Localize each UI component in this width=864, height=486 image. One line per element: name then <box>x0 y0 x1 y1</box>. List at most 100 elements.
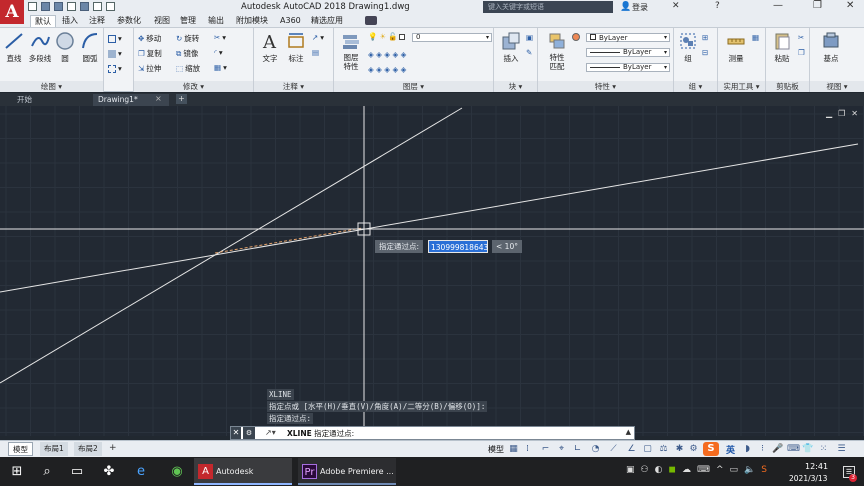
properties-group-label[interactable]: 特性 ▾ <box>538 81 673 92</box>
layer-properties-button[interactable]: 图层 特性 <box>338 31 364 71</box>
new-drawing-tab-button[interactable]: + <box>176 94 187 104</box>
tab-addins[interactable]: 附加模块 <box>232 15 272 27</box>
tray-cloud-icon[interactable]: ☁ <box>682 465 691 475</box>
cut-button[interactable]: ✂ <box>798 33 804 42</box>
viewport-minimize-icon[interactable]: ▁ <box>826 109 832 118</box>
customize-statusbar-icon[interactable]: ☰ <box>836 444 847 455</box>
group-edit-button[interactable]: ⊟ <box>702 48 708 57</box>
command-history-toggle-icon[interactable]: ▲ <box>626 428 631 436</box>
ungroup-button[interactable]: ⊞ <box>702 33 708 42</box>
clock-date[interactable]: 2021/3/13 <box>789 474 827 483</box>
tab-output[interactable]: 输出 <box>204 15 228 27</box>
measure-button[interactable]: 测量 <box>722 31 750 64</box>
color-dropdown[interactable]: ByLayer ▾ <box>586 33 670 42</box>
tray-network-icon[interactable]: ▭ <box>729 465 738 475</box>
workspace-switch-icon[interactable]: ⚙ <box>688 444 699 455</box>
plot-icon[interactable] <box>80 2 89 11</box>
command-line-close-icon[interactable]: ✕ <box>231 427 241 439</box>
tray-screen-icon[interactable]: ▣ <box>626 465 635 475</box>
tray-sogou-icon[interactable]: S <box>761 465 767 475</box>
tab-parametric[interactable]: 参数化 <box>113 15 145 27</box>
tab-a360[interactable]: A360 <box>276 15 305 27</box>
ime-toolbox-icon[interactable]: ⁙ <box>818 444 829 455</box>
tray-chevron-icon[interactable]: ^ <box>716 465 724 475</box>
close-window-button[interactable]: ✕ <box>846 0 854 11</box>
app-store-icon[interactable]: ✕ <box>672 1 680 11</box>
dynamic-input-field[interactable]: 130999818643 <box>428 240 488 253</box>
login-link[interactable]: 登录 <box>632 2 648 13</box>
tab-insert[interactable]: 插入 <box>58 15 82 27</box>
trim-button[interactable]: ✂ ▾ <box>214 33 226 42</box>
model-space-toggle[interactable]: 模型 <box>488 444 504 455</box>
layer-tools-row-1[interactable]: ◈ ◈ ◈ ◈ ◈ <box>368 50 406 59</box>
tab-start[interactable]: 开始 <box>12 94 92 106</box>
paste-button[interactable]: 粘贴 <box>770 31 794 64</box>
layer-state-icons[interactable]: 💡 ☀ 🔓 <box>368 32 406 41</box>
undo-icon[interactable] <box>93 2 102 11</box>
viewport-restore-icon[interactable]: ❐ <box>838 109 845 118</box>
polyline-button[interactable]: 多段线 <box>26 31 54 64</box>
user-icon[interactable]: 👤 <box>620 2 631 12</box>
layers-group-label[interactable]: 图层 ▾ <box>334 81 493 92</box>
ime-keyboard-layout-icon[interactable]: ⌨ <box>787 444 800 455</box>
array-button[interactable]: ▦ ▾ <box>214 63 227 72</box>
dynamic-input-toggle-icon[interactable]: ⌖ <box>556 444 567 455</box>
ortho-toggle-icon[interactable]: ∟ <box>572 444 583 455</box>
insert-block-button[interactable]: 插入 <box>498 31 524 64</box>
add-layout-button[interactable]: + <box>109 443 117 453</box>
ime-punctuation-icon[interactable]: ◗ <box>742 444 753 455</box>
ime-keyboard-icon[interactable]: ⁝ <box>757 444 768 455</box>
mirror-button[interactable]: ⧉ 镜像 <box>176 48 198 59</box>
match-properties-button[interactable]: 特性 匹配 <box>544 31 570 71</box>
rotate-button[interactable]: ↻ 旋转 <box>176 33 199 44</box>
tab-annotate[interactable]: 注释 <box>85 15 109 27</box>
annotation-group-label[interactable]: 注释 ▾ <box>254 81 333 92</box>
pinwheel-app-icon[interactable]: ✤ <box>98 461 120 483</box>
groups-group-label[interactable]: 组 ▾ <box>674 81 717 92</box>
help-icon[interactable]: ? <box>715 1 720 11</box>
table-button[interactable]: ▤ <box>312 48 319 57</box>
rectangle-button[interactable]: ▾ <box>108 34 122 43</box>
browser-360-icon[interactable]: ◉ <box>166 461 188 483</box>
ime-mic-icon[interactable]: 🎤 <box>772 444 783 455</box>
command-line[interactable]: ✕ ⚙ ↗▾ XLINE 指定通过点: ▲ <box>230 426 635 440</box>
layer-tools-row-2[interactable]: ◈ ◈ ◈ ◈ ◈ <box>368 65 406 74</box>
tray-app-icon[interactable]: ◐ <box>655 465 663 475</box>
move-button[interactable]: ✥ 移动 <box>138 33 161 44</box>
drawing-viewport[interactable]: ▁ ❐ ✕ <box>0 106 864 436</box>
clock-time[interactable]: 12:41 <box>805 462 828 471</box>
tab-featured-apps[interactable]: 精选应用 <box>307 15 347 27</box>
layout-tab-model[interactable]: 模型 <box>8 442 33 456</box>
polar-tracking-icon[interactable]: ◔ <box>590 444 601 455</box>
utilities-group-label[interactable]: 实用工具 ▾ <box>718 81 765 92</box>
arc-button[interactable]: 圆弧 <box>78 31 102 64</box>
command-line-text[interactable]: XLINE 指定通过点: <box>287 428 354 439</box>
viewport-close-icon[interactable]: ✕ <box>851 109 858 118</box>
hatch-button[interactable]: ▾ <box>108 49 122 58</box>
stretch-button[interactable]: ⇲ 拉伸 <box>138 63 161 74</box>
group-button[interactable]: 组 <box>676 31 700 64</box>
color-picker-icon[interactable] <box>572 33 580 41</box>
save-as-icon[interactable] <box>67 2 76 11</box>
scale-button[interactable]: ⬚ 缩放 <box>176 63 200 74</box>
task-view-icon[interactable]: ▭ <box>66 461 88 483</box>
line-button[interactable]: 直线 <box>1 31 27 64</box>
modify-group-label[interactable]: 修改 ▾ <box>134 81 253 92</box>
minimize-button[interactable]: — <box>773 0 783 11</box>
base-view-button[interactable]: 基点 <box>818 31 844 64</box>
tab-default[interactable]: 默认 <box>30 15 56 27</box>
lineweight-dropdown[interactable]: ByLayer ▾ <box>586 63 670 72</box>
text-button[interactable]: A 文字 <box>258 31 282 64</box>
sogou-ime-icon[interactable]: S <box>703 442 719 456</box>
fillet-button[interactable]: ◜ ▾ <box>214 48 223 57</box>
tray-volume-icon[interactable]: 🔈 <box>744 465 755 475</box>
internet-explorer-icon[interactable]: e <box>130 461 152 483</box>
leader-button[interactable]: ↗ ▾ <box>312 33 324 42</box>
draw-group-label[interactable]: 绘图 ▾ <box>0 81 103 92</box>
redo-icon[interactable] <box>106 2 115 11</box>
close-tab-icon[interactable]: × <box>155 94 162 103</box>
ime-language-indicator[interactable]: 英 <box>726 443 735 456</box>
tray-ime-icon[interactable]: ⌨ <box>697 465 710 475</box>
tab-manage[interactable]: 管理 <box>176 15 200 27</box>
dimension-button[interactable]: 标注 <box>284 31 308 64</box>
